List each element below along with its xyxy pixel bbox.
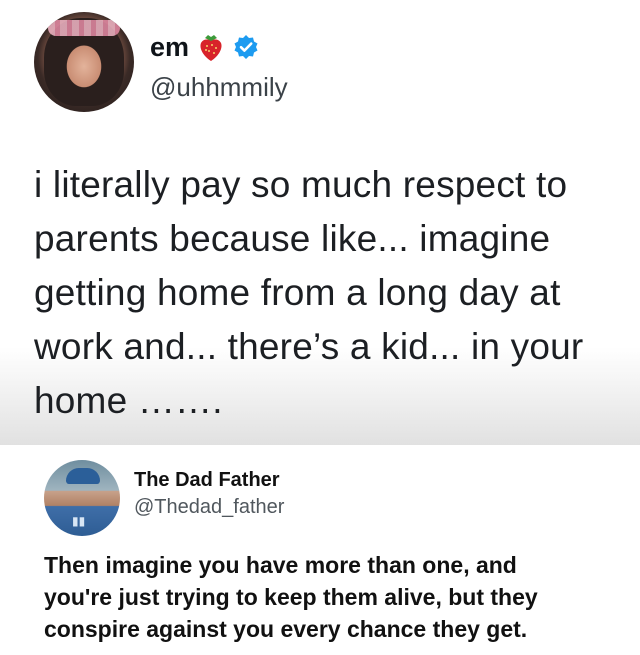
reply-text-line: you're just trying to keep them alive, b… xyxy=(44,584,538,610)
reply-author-handle[interactable]: @Thedad_father xyxy=(134,496,284,519)
tweet-text: i literally pay so much respect to paren… xyxy=(34,158,624,428)
reply-text: Then imagine you have more than one, and… xyxy=(44,549,634,645)
verified-icon xyxy=(233,34,259,60)
author-name-row: em xyxy=(150,30,259,64)
reply-author-name[interactable]: The Dad Father xyxy=(134,469,280,492)
tweet-text-line: parents because like... imagine xyxy=(34,218,551,259)
tweet-text-line: home ……. xyxy=(34,380,223,421)
author-handle[interactable]: @uhhmmily xyxy=(150,72,288,103)
jersey-graphic: ▮▮ xyxy=(72,514,86,528)
strawberry-icon xyxy=(197,32,225,62)
tweet-text-line: getting home from a long day at xyxy=(34,272,561,313)
reply-text-line: conspire against you every chance they g… xyxy=(44,616,528,642)
reply-text-line: Then imagine you have more than one, and xyxy=(44,552,517,578)
reply-avatar[interactable]: ▮▮ xyxy=(44,460,120,536)
flower-crown xyxy=(48,20,120,36)
cap-shape xyxy=(66,468,100,484)
tweet-text-line: work and... there’s a kid... in your xyxy=(34,326,584,367)
avatar[interactable] xyxy=(34,12,134,112)
tweet-text-line: i literally pay so much respect to xyxy=(34,164,568,205)
original-tweet: em @uhhmmily i literally pay so much res… xyxy=(0,0,640,445)
author-name[interactable]: em xyxy=(150,32,189,63)
reply-post: ▮▮ The Dad Father @Thedad_father Then im… xyxy=(0,445,640,655)
